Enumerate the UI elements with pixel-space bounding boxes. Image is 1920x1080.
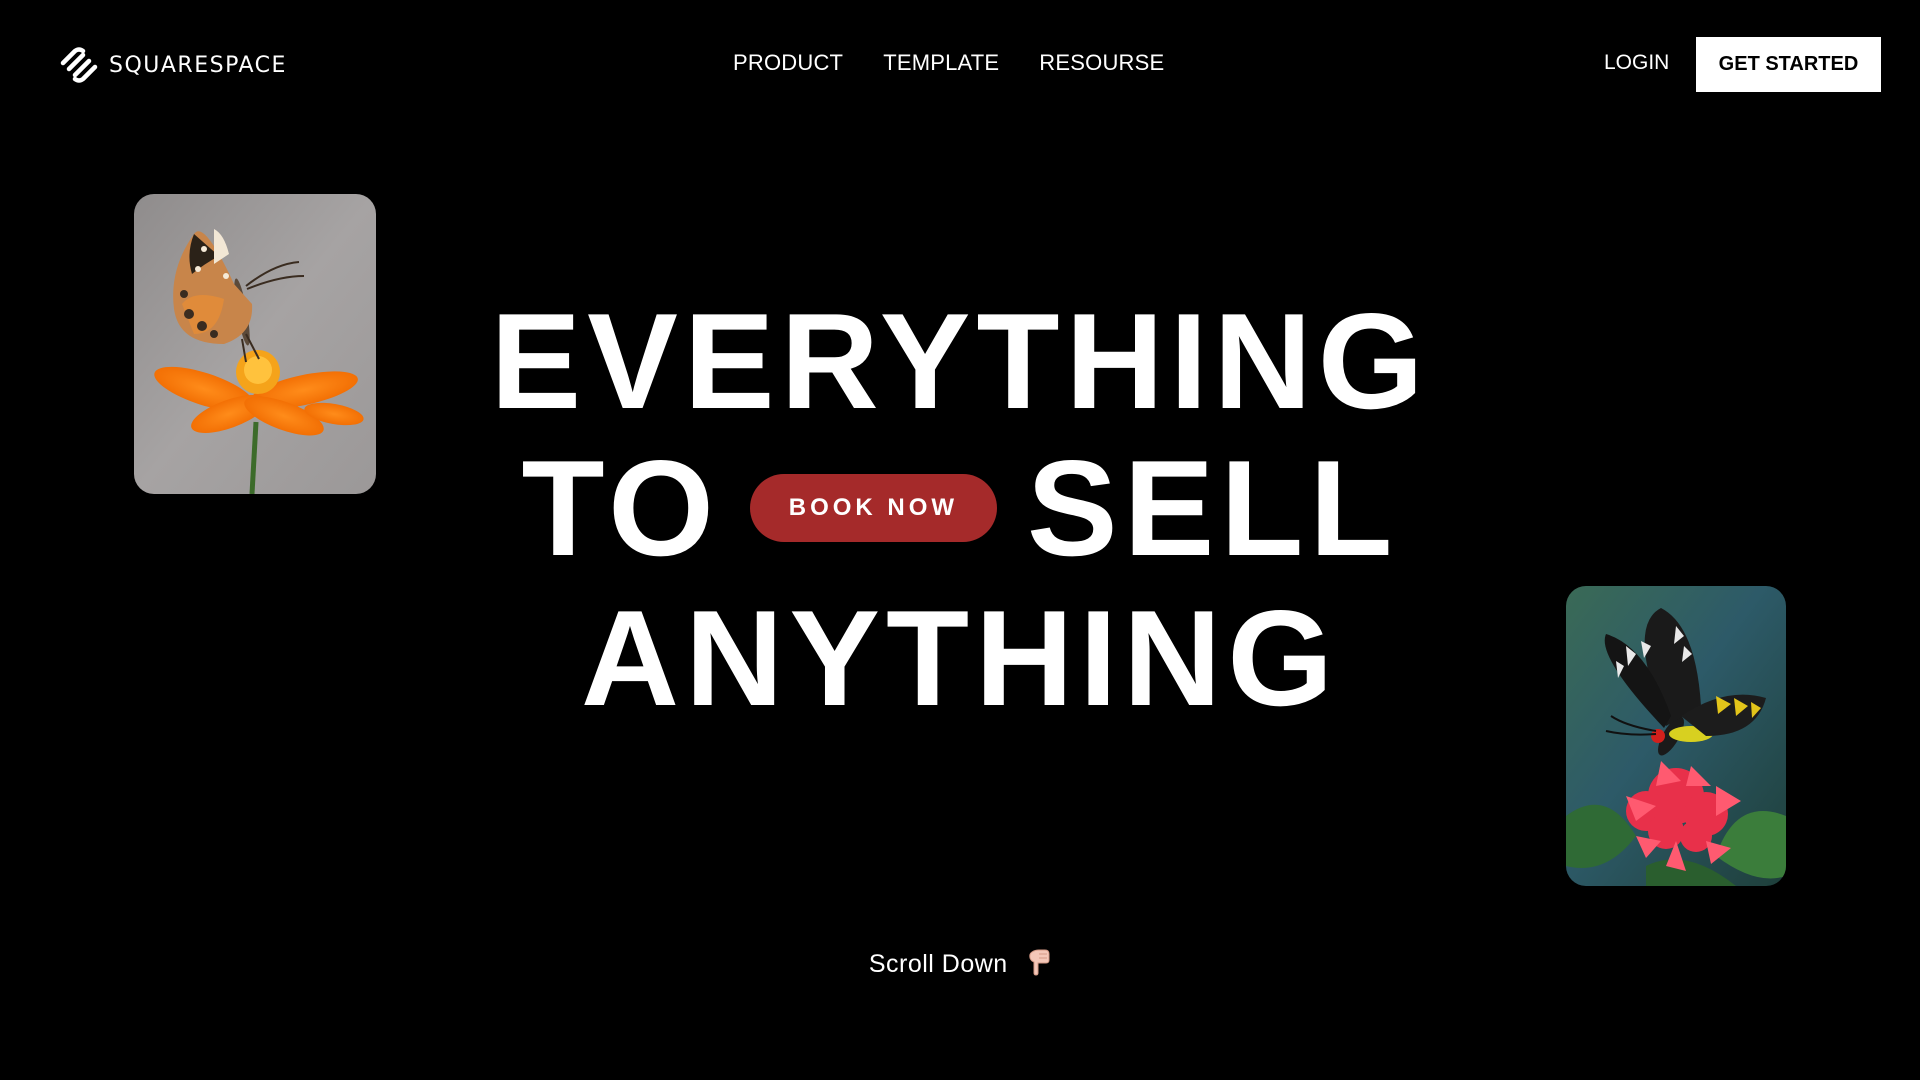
hero-line-2: TO BOOK NOW SELL (0, 440, 1920, 576)
scroll-down-prompt[interactable]: Scroll Down (0, 948, 1920, 983)
main-nav: PRODUCT TEMPLATE RESOURSE (733, 50, 1164, 76)
nav-item-resourse[interactable]: RESOURSE (1039, 50, 1164, 76)
nav-item-product[interactable]: PRODUCT (733, 50, 843, 76)
squarespace-logo-icon (60, 47, 98, 83)
login-link[interactable]: LOGIN (1604, 51, 1669, 75)
landing-page: SQUARESPACE PRODUCT TEMPLATE RESOURSE LO… (0, 0, 1920, 1080)
nav-item-template[interactable]: TEMPLATE (883, 50, 999, 76)
hero-line-3: ANYTHING (580, 582, 1340, 734)
pointing-down-hand-icon (1027, 948, 1051, 983)
get-started-button[interactable]: GET STARTED (1696, 37, 1881, 92)
hero-line-1: EVERYTHING (490, 285, 1430, 437)
hero-word-to: TO (521, 432, 720, 584)
book-now-button[interactable]: BOOK NOW (749, 474, 997, 542)
hero-word-sell: SELL (1026, 432, 1399, 584)
scroll-down-label: Scroll Down (868, 950, 1008, 979)
brand-name: SQUARESPACE (109, 52, 287, 78)
brand-logo[interactable]: SQUARESPACE (59, 47, 287, 83)
